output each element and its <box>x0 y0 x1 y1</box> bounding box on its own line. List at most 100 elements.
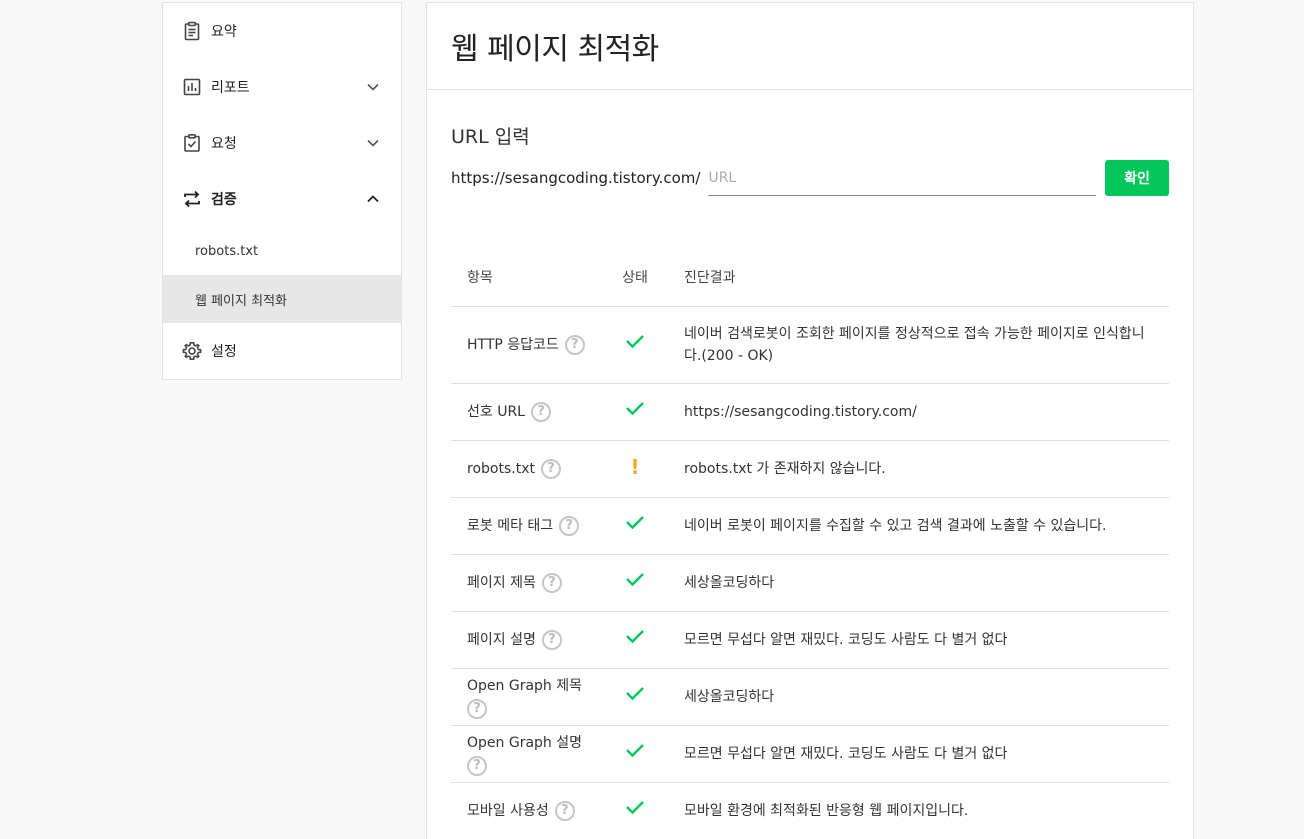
cell-result: 네이버 로봇이 페이지를 수집할 수 있고 검색 결과에 노출할 수 있습니다. <box>667 497 1169 555</box>
chevron-up-icon[interactable] <box>365 191 381 207</box>
table-body: HTTP 응답코드? 네이버 검색로봇이 조회한 페이지를 정상적으로 접속 가능… <box>451 306 1169 839</box>
bar-chart-icon <box>181 76 203 98</box>
help-icon[interactable]: ? <box>541 572 562 593</box>
cell-result: 모르면 무섭다 알면 재밌다. 코딩도 사람도 다 별거 없다 <box>667 611 1169 669</box>
main-panel: 웹 페이지 최적화 URL 입력 https://sesangcoding.ti… <box>426 2 1194 839</box>
chevron-down-icon[interactable] <box>365 135 381 151</box>
sidebar-item-label: 리포트 <box>211 80 250 96</box>
check-icon <box>626 630 644 644</box>
sidebar-nav: 요약 리포트 요청 검증 robots.txt 웹 페이지 최적화 설정 <box>162 2 402 380</box>
help-icon[interactable]: ? <box>467 698 487 719</box>
column-header-result: 진단결과 <box>667 248 1169 307</box>
cell-result: 세상올코딩하다 <box>667 554 1169 612</box>
cell-status <box>603 611 667 669</box>
item-label: Open Graph 제목 <box>467 677 582 694</box>
cell-status <box>603 725 667 783</box>
url-section-title: URL 입력 <box>451 126 530 148</box>
check-icon <box>626 687 644 701</box>
clipboard-check-icon <box>181 132 203 154</box>
chevron-down-icon[interactable] <box>365 79 381 95</box>
table-row: 페이지 제목? 세상올코딩하다 <box>451 554 1169 612</box>
cell-status <box>603 554 667 612</box>
cell-status <box>603 782 667 839</box>
url-input-row: https://sesangcoding.tistory.com/ 확인 <box>451 160 1169 196</box>
cell-status <box>603 668 667 726</box>
cell-item: robots.txt? <box>451 440 603 498</box>
help-icon[interactable]: ? <box>467 755 487 776</box>
url-prefix: https://sesangcoding.tistory.com/ <box>451 169 701 187</box>
column-header-item: 항목 <box>451 248 603 307</box>
cell-item: Open Graph 제목? <box>451 668 603 726</box>
page-header: 웹 페이지 최적화 <box>427 3 1193 90</box>
sidebar-item-label: 검증 <box>211 192 237 208</box>
check-icon <box>626 573 644 587</box>
cell-result: 세상올코딩하다 <box>667 668 1169 726</box>
help-icon[interactable]: ? <box>540 458 561 479</box>
sidebar-item-report[interactable]: 리포트 <box>163 59 401 115</box>
cell-result: 모바일 환경에 최적화된 반응형 웹 페이지입니다. <box>667 782 1169 839</box>
sidebar-item-label: 요약 <box>211 24 237 40</box>
sidebar-item-request[interactable]: 요청 <box>163 115 401 171</box>
table-row: HTTP 응답코드? 네이버 검색로봇이 조회한 페이지를 정상적으로 접속 가능… <box>451 306 1169 384</box>
item-label: robots.txt <box>467 460 535 477</box>
item-label: HTTP 응답코드 <box>467 336 559 353</box>
clipboard-icon <box>181 20 203 42</box>
sidebar-item-settings[interactable]: 설정 <box>163 323 401 379</box>
cell-item: HTTP 응답코드? <box>451 306 603 384</box>
cell-item: 페이지 설명? <box>451 611 603 669</box>
page-title: 웹 페이지 최적화 <box>451 32 659 67</box>
warning-icon: ! <box>630 455 640 479</box>
gear-icon <box>181 340 203 362</box>
item-label: 페이지 설명 <box>467 631 536 648</box>
check-icon <box>626 516 644 530</box>
cell-item: 모바일 사용성? <box>451 782 603 839</box>
help-icon[interactable]: ? <box>554 800 575 821</box>
cell-item: 선호 URL? <box>451 383 603 441</box>
cell-status <box>603 306 667 384</box>
sidebar-item-verify[interactable]: 검증 <box>163 171 401 227</box>
cell-status <box>603 497 667 555</box>
help-icon[interactable]: ? <box>559 515 580 536</box>
cell-result: https://sesangcoding.tistory.com/ <box>667 383 1169 441</box>
item-label: Open Graph 설명 <box>467 734 582 751</box>
check-icon <box>626 744 644 758</box>
item-label: 선호 URL <box>467 403 525 420</box>
confirm-button[interactable]: 확인 <box>1105 160 1169 196</box>
cell-result: robots.txt 가 존재하지 않습니다. <box>667 440 1169 498</box>
cell-item: 로봇 메타 태그? <box>451 497 603 555</box>
item-label: 로봇 메타 태그 <box>467 517 554 534</box>
sidebar-subitem-web-optimization[interactable]: 웹 페이지 최적화 <box>163 275 401 323</box>
repeat-icon <box>181 188 203 210</box>
table-row: 모바일 사용성? 모바일 환경에 최적화된 반응형 웹 페이지입니다. <box>451 782 1169 839</box>
cell-status: ! <box>603 440 667 498</box>
check-icon <box>626 801 644 815</box>
sidebar-item-label: 설정 <box>211 344 237 360</box>
sidebar-item-label: 요청 <box>211 136 237 152</box>
cell-item: Open Graph 설명? <box>451 725 603 783</box>
table-header-row: 항목 상태 진단결과 <box>451 248 1169 307</box>
item-label: 모바일 사용성 <box>467 802 549 819</box>
cell-status <box>603 383 667 441</box>
table-row: Open Graph 설명? 모르면 무섭다 알면 재밌다. 코딩도 사람도 다 … <box>451 725 1169 783</box>
table-row: robots.txt?! robots.txt 가 존재하지 않습니다. <box>451 440 1169 498</box>
table-row: 선호 URL? https://sesangcoding.tistory.com/ <box>451 383 1169 441</box>
diagnosis-table: 항목 상태 진단결과 HTTP 응답코드? 네이버 검색로봇이 조회한 페이지를 … <box>451 248 1169 839</box>
url-section: URL 입력 https://sesangcoding.tistory.com/… <box>427 122 1193 839</box>
cell-result: 모르면 무섭다 알면 재밌다. 코딩도 사람도 다 별거 없다 <box>667 725 1169 783</box>
table-row: Open Graph 제목? 세상올코딩하다 <box>451 668 1169 726</box>
sidebar-item-summary[interactable]: 요약 <box>163 3 401 59</box>
cell-result: 네이버 검색로봇이 조회한 페이지를 정상적으로 접속 가능한 페이지로 인식합… <box>667 306 1169 384</box>
sidebar-subitem-robots[interactable]: robots.txt <box>163 227 401 275</box>
table-row: 로봇 메타 태그? 네이버 로봇이 페이지를 수집할 수 있고 검색 결과에 노출… <box>451 497 1169 555</box>
help-icon[interactable]: ? <box>564 334 585 355</box>
sidebar-subitem-label: robots.txt <box>195 243 259 259</box>
url-input[interactable] <box>708 160 1097 196</box>
table-row: 페이지 설명? 모르면 무섭다 알면 재밌다. 코딩도 사람도 다 별거 없다 <box>451 611 1169 669</box>
help-icon[interactable]: ? <box>541 629 562 650</box>
cell-item: 페이지 제목? <box>451 554 603 612</box>
item-label: 페이지 제목 <box>467 574 536 591</box>
check-icon <box>626 335 644 349</box>
help-icon[interactable]: ? <box>531 401 551 422</box>
column-header-status: 상태 <box>603 248 667 307</box>
sidebar-subitem-label: 웹 페이지 최적화 <box>195 293 287 309</box>
